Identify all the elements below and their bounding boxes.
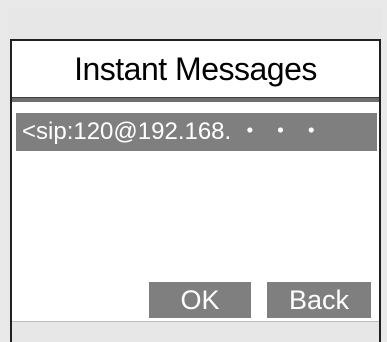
bottom-strip	[12, 321, 379, 342]
back-button[interactable]: Back	[267, 282, 371, 318]
title-divider	[12, 97, 379, 102]
ok-button[interactable]: OK	[149, 282, 251, 318]
screen-title: Instant Messages	[74, 51, 317, 87]
display-panel: Instant Messages <sip:120@192.168. ・ ・ ・…	[10, 39, 381, 342]
message-list-item[interactable]: <sip:120@192.168. ・ ・ ・	[16, 113, 377, 151]
phone-screen: Instant Messages <sip:120@192.168. ・ ・ ・…	[0, 0, 387, 342]
